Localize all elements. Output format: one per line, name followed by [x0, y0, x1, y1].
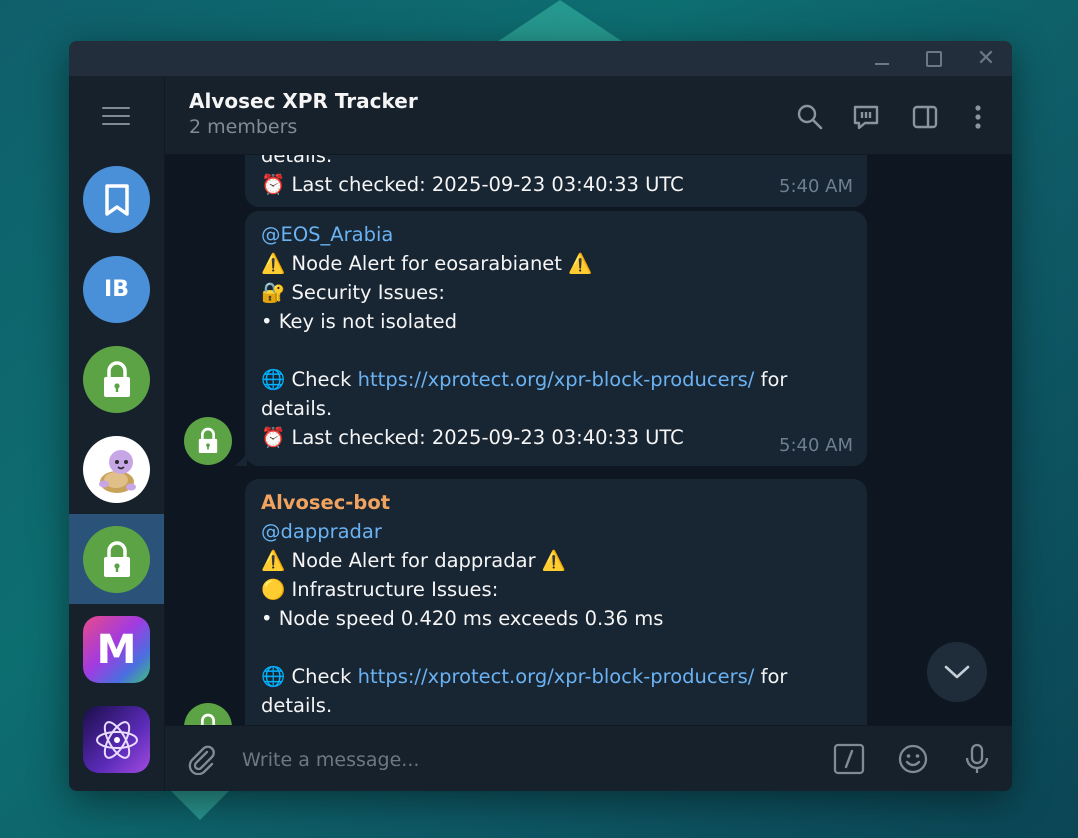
- saved-messages-avatar[interactable]: [83, 166, 150, 233]
- chat-avatar-m[interactable]: M: [83, 616, 150, 683]
- message-bubble[interactable]: Alvosec-bot @dappradar ⚠️ Node Alert for…: [245, 479, 867, 725]
- mention-link[interactable]: @dappradar: [261, 517, 851, 546]
- chat-avatar-ib[interactable]: IB: [83, 256, 150, 323]
- message-composer: [165, 725, 1012, 791]
- xprotect-link[interactable]: https://xprotect.org/xpr-block-producers…: [358, 368, 755, 391]
- chat-avatar-atom[interactable]: [83, 706, 150, 773]
- details-line: details.: [261, 694, 333, 717]
- check-line: 🌐 Check https://xprotect.org/xpr-block-p…: [261, 665, 788, 688]
- message-time: 5:40 AM: [779, 176, 853, 197]
- atom-icon: [95, 720, 138, 759]
- message-list[interactable]: details. ⏰ Last checked: 2025-09-23 03:4…: [165, 155, 1012, 725]
- bubble-tail: [235, 454, 247, 466]
- check-line: 🌐 Check https://xprotect.org/xpr-block-p…: [261, 368, 788, 391]
- minimize-button[interactable]: [869, 47, 895, 71]
- bookmark-icon: [104, 183, 129, 216]
- commands-icon[interactable]: [833, 743, 865, 775]
- issue-title: 🟡 Infrastructure Issues:: [261, 578, 499, 601]
- member-count: 2 members: [189, 116, 298, 138]
- sender-avatar[interactable]: [184, 417, 232, 465]
- last-checked-line: ⏰ Last checked: 2025-09-23 03:40:33 UTC: [261, 426, 684, 449]
- chat-folder-sidebar: IB M: [69, 76, 165, 791]
- lock-icon: [103, 360, 130, 397]
- maximize-button[interactable]: [921, 47, 947, 71]
- scroll-to-bottom-button[interactable]: [927, 642, 987, 702]
- issue-item: • Node speed 0.420 ms exceeds 0.36 ms: [261, 607, 664, 630]
- details-line: details.: [261, 397, 333, 420]
- side-panel-icon[interactable]: [910, 102, 940, 132]
- xprotect-link[interactable]: https://xprotect.org/xpr-block-producers…: [358, 665, 755, 688]
- chat-avatar-turtle[interactable]: [83, 436, 150, 503]
- sender-avatar[interactable]: [184, 703, 232, 725]
- close-button[interactable]: ✕: [973, 47, 999, 71]
- message-bubble[interactable]: @EOS_Arabia ⚠️ Node Alert for eosarabian…: [235, 211, 867, 466]
- title-bar: ✕: [69, 41, 1012, 76]
- chat-header: Alvosec XPR Tracker 2 members: [165, 76, 1012, 155]
- chat-avatar-lock[interactable]: [83, 346, 150, 413]
- alert-line: ⚠️ Node Alert for eosarabianet ⚠️: [261, 252, 593, 275]
- chat-title[interactable]: Alvosec XPR Tracker: [189, 89, 418, 113]
- hamburger-icon[interactable]: [102, 107, 130, 127]
- telegram-window: ✕ IB M Alvosec XPR Tracker 2 members det…: [69, 41, 1012, 791]
- search-icon[interactable]: [795, 102, 825, 132]
- message-input[interactable]: [240, 744, 804, 776]
- alert-line: ⚠️ Node Alert for dappradar ⚠️: [261, 549, 567, 572]
- mention-link[interactable]: @EOS_Arabia: [261, 220, 851, 249]
- message-text: details.: [261, 155, 333, 167]
- emoji-icon[interactable]: [897, 743, 929, 775]
- sender-name[interactable]: Alvosec-bot: [261, 488, 851, 517]
- turtle-icon: [98, 449, 136, 493]
- attach-icon[interactable]: [185, 743, 217, 775]
- microphone-icon[interactable]: [961, 743, 993, 775]
- message-bubble[interactable]: details. ⏰ Last checked: 2025-09-23 03:4…: [245, 155, 867, 207]
- lock-icon: [199, 713, 217, 725]
- issue-item: • Key is not isolated: [261, 310, 458, 333]
- message-time: 5:40 AM: [779, 435, 853, 456]
- chat-avatar-lock-selected[interactable]: [83, 526, 150, 593]
- topics-icon[interactable]: [851, 102, 881, 132]
- lock-icon: [198, 427, 218, 453]
- more-icon[interactable]: [963, 102, 993, 132]
- issue-title: 🔐 Security Issues:: [261, 281, 445, 304]
- chevron-down-icon: [944, 665, 970, 679]
- lock-icon: [103, 540, 130, 577]
- last-checked-line: ⏰ Last checked: 2025-09-23 03:40:33 UTC: [261, 173, 684, 196]
